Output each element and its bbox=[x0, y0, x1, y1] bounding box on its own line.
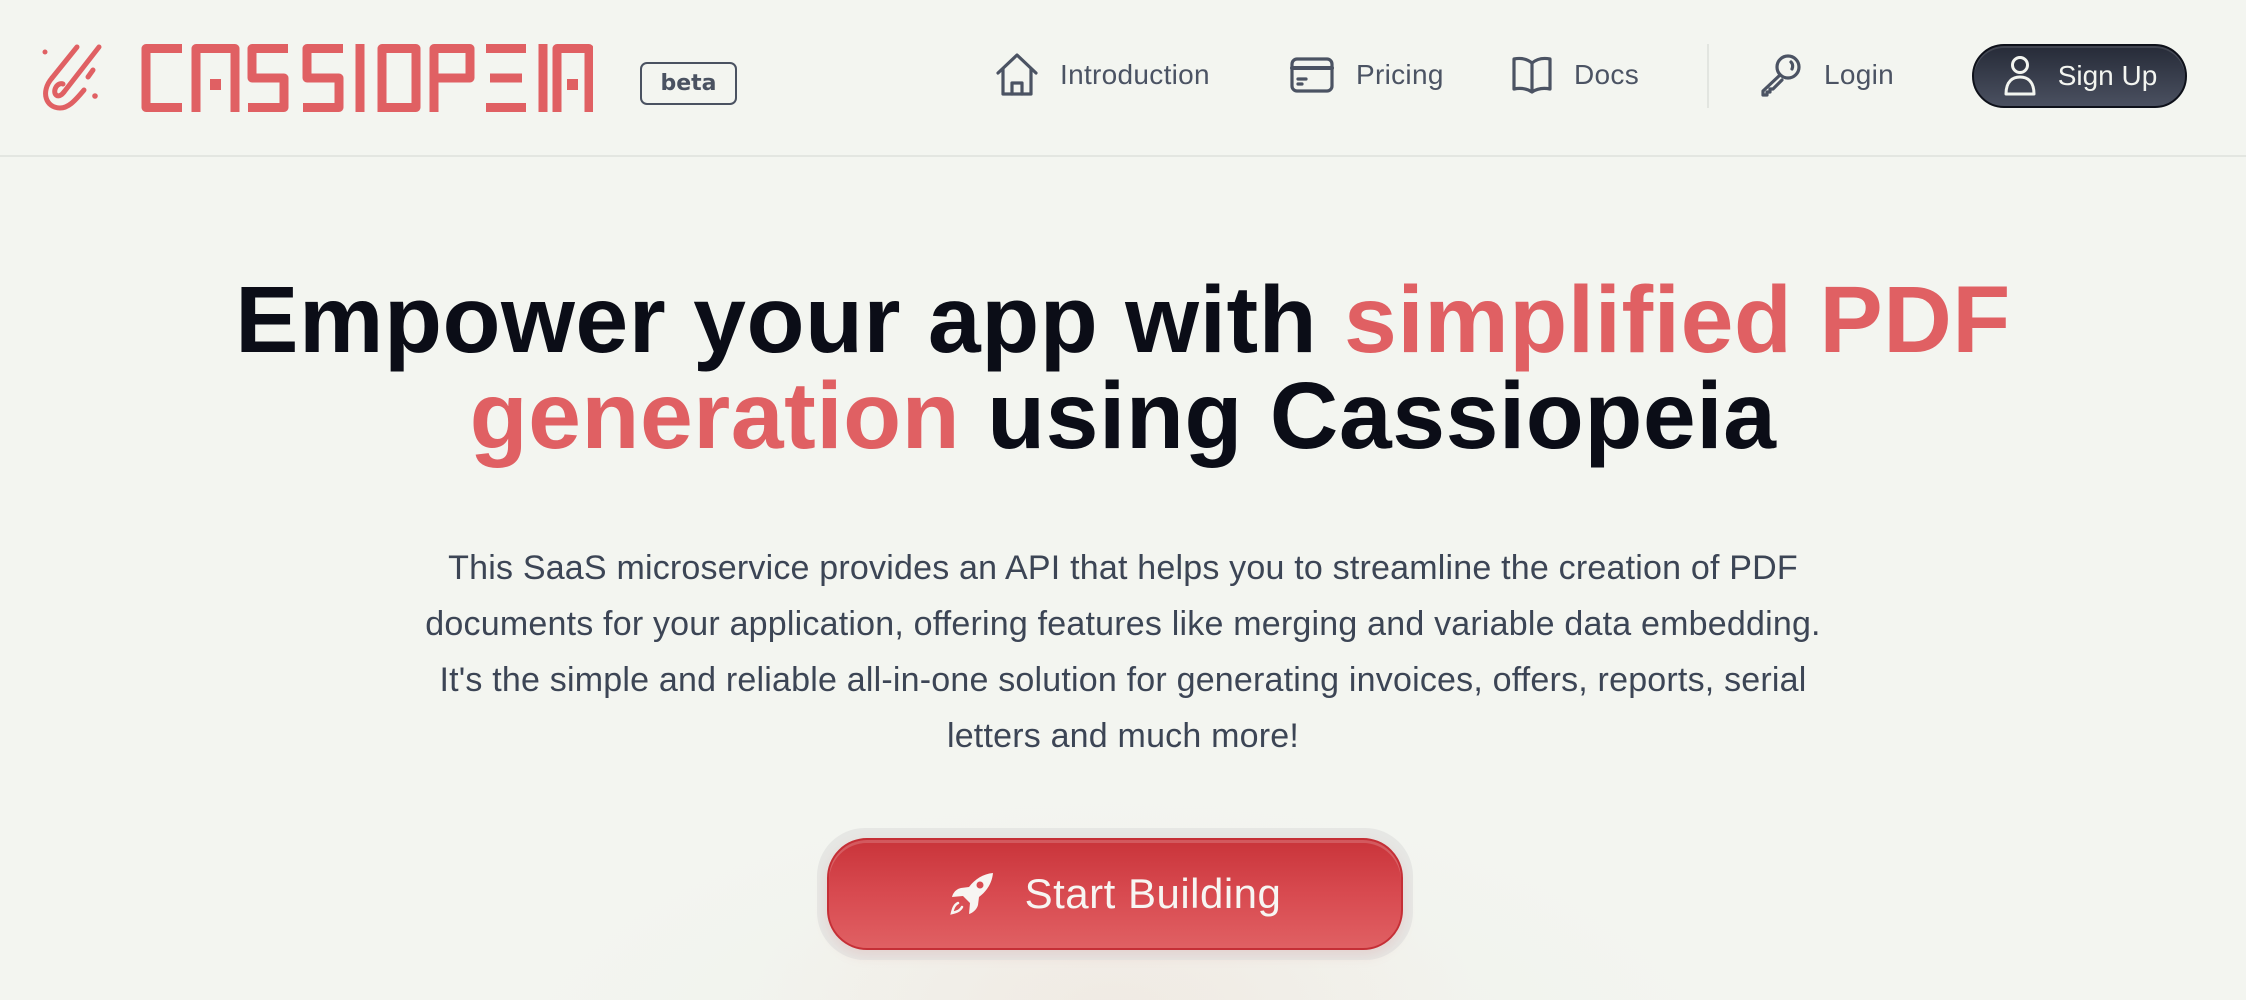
nav-divider bbox=[1707, 44, 1709, 108]
nav-pricing[interactable]: Pricing bbox=[1290, 50, 1444, 100]
nav-login[interactable]: Login bbox=[1760, 50, 1894, 100]
site-header: beta Introduction Pricing Docs Login Sig… bbox=[0, 0, 2246, 157]
signup-label: Sign Up bbox=[2057, 60, 2158, 91]
headline-accent: generation bbox=[469, 363, 961, 469]
rocket-icon bbox=[949, 873, 993, 915]
nav-docs[interactable]: Docs bbox=[1512, 50, 1639, 100]
brand-wordmark bbox=[141, 44, 593, 112]
cta-label: Start Building bbox=[1024, 870, 1282, 917]
brand-logo[interactable] bbox=[38, 44, 593, 112]
comet-icon bbox=[42, 44, 102, 111]
nav-label: Pricing bbox=[1356, 59, 1444, 90]
headline-text: Empower your app with bbox=[235, 267, 1345, 373]
hero-description: This SaaS microservice provides an API t… bbox=[425, 549, 1821, 755]
start-building-button[interactable]: Start Building bbox=[827, 838, 1403, 950]
nav-introduction[interactable]: Introduction bbox=[996, 50, 1210, 100]
home-icon bbox=[996, 53, 1038, 96]
hero-headline: Empower your app with simplified PDF gen… bbox=[0, 272, 2246, 464]
credit-card-icon bbox=[1290, 57, 1334, 93]
nav-label: Login bbox=[1824, 59, 1895, 90]
signup-button[interactable]: Sign Up bbox=[1972, 44, 2187, 108]
beta-badge: beta bbox=[640, 62, 737, 105]
user-icon bbox=[2004, 56, 2036, 96]
nav-label: Docs bbox=[1574, 59, 1639, 90]
headline-text: using Cassiopeia bbox=[960, 363, 1777, 469]
book-icon bbox=[1512, 56, 1552, 94]
key-icon bbox=[1761, 54, 1801, 97]
nav-label: Introduction bbox=[1060, 59, 1210, 90]
headline-accent: simplified PDF bbox=[1344, 267, 2011, 373]
